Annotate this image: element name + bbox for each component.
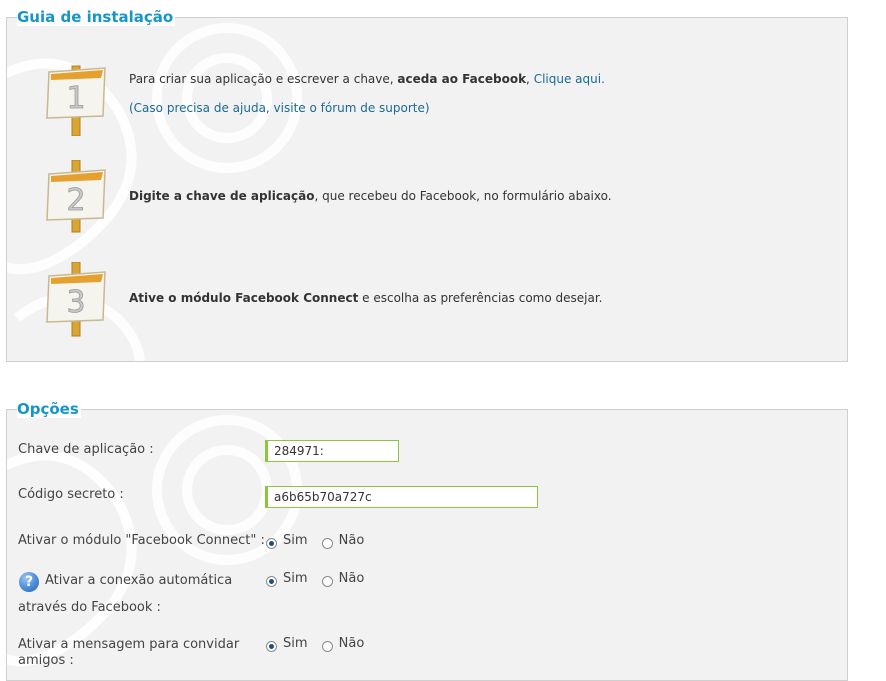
step-1-text-after: , <box>526 72 534 86</box>
radio-checked-icon <box>266 575 277 587</box>
radio-unchecked-icon <box>321 640 333 652</box>
secret-code-input[interactable] <box>265 486 538 508</box>
svg-text:3: 3 <box>66 285 85 320</box>
auto-connect-yes-radio[interactable]: Sim <box>266 569 308 589</box>
invite-message-no-radio[interactable]: Não <box>321 634 364 654</box>
radio-checked-icon <box>266 537 277 549</box>
step-3-text: Ative o módulo Facebook Connect e escolh… <box>129 291 602 305</box>
svg-text:2: 2 <box>66 183 85 218</box>
step-3-sign-icon: 3 <box>46 262 106 337</box>
click-here-link[interactable]: Clique aqui. <box>534 72 605 86</box>
enable-module-label: Ativar o módulo "Facebook Connect" : <box>18 533 265 548</box>
help-icon[interactable]: ? <box>19 572 39 592</box>
invite-message-yes-radio[interactable]: Sim <box>266 634 308 654</box>
auto-connect-label-line1: Ativar a conexão automática <box>45 573 233 588</box>
enable-module-no-radio[interactable]: Não <box>321 531 364 551</box>
radio-checked-icon <box>266 640 277 652</box>
support-forum-link[interactable]: (Caso precisa de ajuda, visite o fórum d… <box>129 101 430 115</box>
options-legend: Opções <box>17 400 81 418</box>
step-1-help: (Caso precisa de ajuda, visite o fórum d… <box>129 101 430 115</box>
auto-connect-radio-group: Sim Não <box>266 569 374 592</box>
step-1-text-before: Para criar sua aplicação e escrever a ch… <box>129 72 398 86</box>
invite-message-label-line2: amigos : <box>18 653 74 668</box>
app-key-input[interactable] <box>265 440 399 462</box>
installation-guide-panel: 1 Para criar sua aplicação e escrever a … <box>6 17 848 362</box>
auto-connect-label-line2: através do Facebook : <box>18 600 161 615</box>
secret-code-label: Código secreto : <box>18 487 124 502</box>
svg-text:1: 1 <box>66 81 85 116</box>
step-2-sign-icon: 2 <box>46 160 106 233</box>
step-1-text: Para criar sua aplicação e escrever a ch… <box>129 72 605 86</box>
step-3-text-after: e escolha as preferências como desejar. <box>358 291 603 305</box>
step-1-sign-icon: 1 <box>46 65 106 136</box>
radio-unchecked-icon <box>321 537 333 549</box>
step-3-bold: Ative o módulo Facebook Connect <box>129 291 359 305</box>
step-2-bold: Digite a chave de aplicação <box>129 189 315 203</box>
guide-legend: Guia de instalação <box>17 8 176 26</box>
step-2-text: Digite a chave de aplicação, que recebeu… <box>129 189 612 203</box>
step-1-bold: aceda ao Facebook <box>397 72 527 86</box>
step-2-text-after: , que recebeu do Facebook, no formulário… <box>314 189 612 203</box>
enable-module-yes-radio[interactable]: Sim <box>266 531 308 551</box>
invite-message-radio-group: Sim Não <box>266 634 374 657</box>
options-panel: Chave de aplicação : Código secreto : At… <box>6 409 848 681</box>
radio-unchecked-icon <box>321 575 333 587</box>
app-key-label: Chave de aplicação : <box>18 442 154 457</box>
auto-connect-no-radio[interactable]: Não <box>321 569 364 589</box>
enable-module-radio-group: Sim Não <box>266 531 374 554</box>
